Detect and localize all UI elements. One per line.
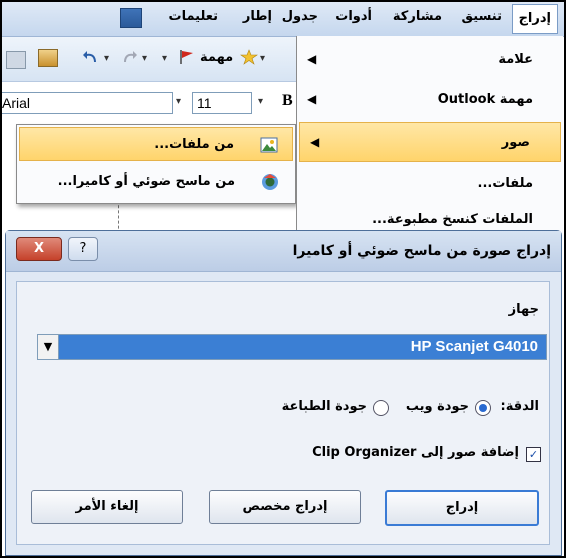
help-button[interactable]: ? — [68, 237, 98, 261]
clip-organizer-checkbox[interactable]: ✓ — [526, 447, 541, 462]
camera-icon — [261, 173, 279, 191]
pictures-label: صور — [501, 135, 530, 150]
menu-format[interactable]: تنسيق — [462, 9, 502, 24]
custom-insert-button[interactable]: إدراج مخصص — [209, 490, 361, 524]
task-button-label[interactable]: مهمة — [200, 50, 233, 65]
chevron-down-icon[interactable]: ▼ — [38, 335, 59, 359]
screen-frame: إدراج تنسيق مشاركة أدوات جدول إطار تعليم… — [0, 0, 566, 558]
from-file-label: من ملفات... — [154, 137, 234, 152]
dialog-title: إدراج صورة من ماسح ضوئي أو كاميرا — [292, 243, 551, 259]
standard-toolbar: ▾ ▾ ▾ مهمة ▾ — [2, 37, 298, 82]
clip-organizer-label[interactable]: إضافة صور إلى Clip Organizer — [312, 445, 519, 460]
resolution-label: الدقة: — [500, 399, 539, 414]
picture-icon — [260, 136, 278, 154]
formatting-toolbar: Arial ▾ 11 ▾ B — [2, 82, 298, 244]
dialog-content: جهاز ▼ HP Scanjet G4010 الدقة: جودة ويب … — [16, 281, 550, 545]
outlook-task-arrow-icon: ◀ — [307, 92, 317, 106]
pictures-arrow-icon: ◀ — [310, 135, 320, 149]
pictures-item[interactable]: صور ◀ — [299, 122, 561, 162]
bookmark-arrow-icon: ◀ — [307, 52, 317, 66]
menu-frame[interactable]: إطار — [243, 9, 272, 24]
font-name-field[interactable]: Arial — [2, 92, 173, 114]
bookmark-label: علامة — [498, 52, 533, 67]
device-value: HP Scanjet G4010 — [410, 338, 538, 355]
from-scanner-item[interactable]: من ماسح ضوئي أو كاميرا... — [19, 165, 293, 199]
copy-icon[interactable] — [6, 51, 26, 69]
star-dropdown-icon[interactable]: ▾ — [260, 53, 265, 64]
redo-dropdown-icon[interactable]: ▾ — [142, 53, 147, 64]
close-button[interactable]: X — [16, 237, 62, 261]
bookmark-item[interactable]: علامة ◀ — [297, 40, 563, 80]
picture-submenu: من ملفات... من ماسح ضوئي أو كاميرا... — [16, 124, 296, 204]
flag-icon[interactable] — [178, 49, 196, 65]
menu-table[interactable]: جدول — [282, 9, 318, 24]
window-restore-icon[interactable] — [120, 8, 142, 28]
from-file-item[interactable]: من ملفات... — [19, 127, 293, 161]
undo-icon[interactable] — [82, 49, 100, 65]
task-dropdown-icon[interactable]: ▾ — [162, 53, 167, 64]
font-name-dropdown-icon[interactable]: ▾ — [176, 96, 181, 107]
menu-tools[interactable]: أدوات — [335, 9, 372, 24]
web-quality-radio[interactable] — [475, 400, 491, 416]
files-as-printouts-label: الملفات كنسخ مطبوعة... — [372, 212, 533, 227]
bold-icon[interactable]: B — [282, 92, 293, 110]
menu-share[interactable]: مشاركة — [393, 9, 442, 24]
insert-from-scanner-dialog: إدراج صورة من ماسح ضوئي أو كاميرا X ? جه… — [5, 230, 562, 556]
files-label: ملفات... — [477, 176, 533, 191]
device-select[interactable]: ▼ HP Scanjet G4010 — [37, 334, 547, 360]
print-quality-label[interactable]: جودة الطباعة — [282, 399, 367, 414]
undo-dropdown-icon[interactable]: ▾ — [104, 53, 109, 64]
font-size-field[interactable]: 11 — [192, 92, 252, 114]
redo-icon[interactable] — [120, 49, 138, 65]
print-quality-radio[interactable] — [373, 400, 389, 416]
insert-button[interactable]: إدراج — [385, 490, 539, 526]
device-label: جهاز — [508, 302, 539, 317]
cancel-button[interactable]: إلغاء الأمر — [31, 490, 183, 524]
files-item[interactable]: ملفات... — [297, 164, 563, 204]
outlook-task-label: مهمة Outlook — [437, 92, 533, 107]
menu-bar: إدراج تنسيق مشاركة أدوات جدول إطار تعليم… — [2, 2, 564, 37]
menu-insert[interactable]: إدراج — [511, 4, 558, 34]
from-scanner-label: من ماسح ضوئي أو كاميرا... — [57, 174, 235, 189]
outlook-task-item[interactable]: مهمة Outlook ◀ — [297, 80, 563, 120]
star-icon[interactable] — [240, 49, 258, 65]
insert-menu: علامة ◀ مهمة Outlook ◀ صور ◀ ملفات... ال… — [296, 36, 563, 234]
web-quality-label[interactable]: جودة ويب — [406, 399, 469, 414]
dialog-titlebar: إدراج صورة من ماسح ضوئي أو كاميرا X ? — [6, 231, 561, 272]
menu-help[interactable]: تعليمات — [169, 9, 219, 24]
font-size-dropdown-icon[interactable]: ▾ — [258, 96, 263, 107]
paste-icon[interactable] — [38, 49, 58, 67]
